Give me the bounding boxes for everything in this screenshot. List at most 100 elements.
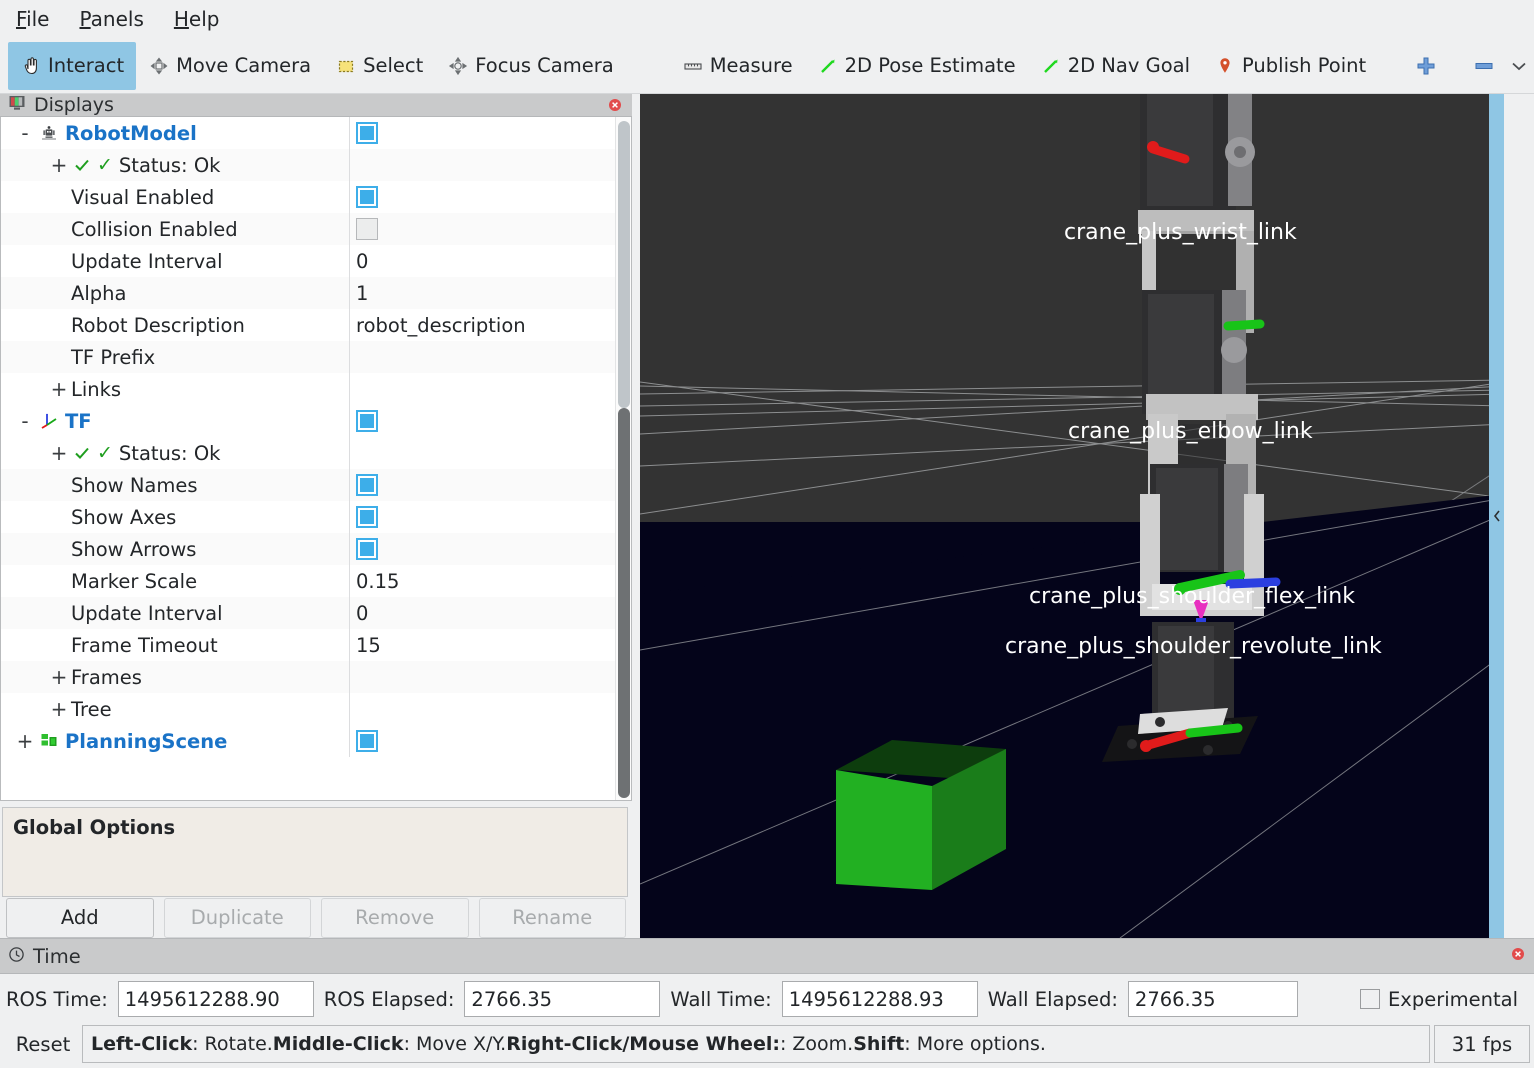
toolbar-overflow-button[interactable] xyxy=(1504,44,1534,88)
tool-measure[interactable]: Measure xyxy=(670,42,805,90)
tool-2d-pose-estimate[interactable]: 2D Pose Estimate xyxy=(805,42,1028,90)
display-row-value[interactable] xyxy=(349,437,615,469)
display-row-value[interactable] xyxy=(349,181,615,213)
display-row-value[interactable] xyxy=(349,341,615,373)
time-panel: Time ROS Time: 1495612288.90 ROS Elapsed… xyxy=(0,938,1534,1068)
wall-elapsed-label: Wall Elapsed: xyxy=(987,987,1118,1011)
display-row-value[interactable] xyxy=(349,213,615,245)
tool-interact[interactable]: Interact xyxy=(8,41,137,90)
displays-button-row: Add Duplicate Remove Rename xyxy=(0,897,632,938)
display-row-label: Frames xyxy=(71,665,142,689)
display-row-value[interactable]: robot_description xyxy=(349,309,615,341)
display-row-label: Show Names xyxy=(71,473,198,497)
scrollbar-thumb[interactable] xyxy=(618,408,630,798)
display-enable-checkbox[interactable] xyxy=(356,122,378,144)
close-icon[interactable] xyxy=(1510,946,1526,966)
expand-toggle[interactable]: + xyxy=(13,729,37,753)
right-panel-collapse-strip[interactable] xyxy=(1489,94,1504,938)
collapse-toggle[interactable]: - xyxy=(13,121,37,145)
display-row-value[interactable] xyxy=(349,149,615,181)
experimental-checkbox[interactable] xyxy=(1359,989,1380,1009)
display-row-value[interactable]: 1 xyxy=(349,277,615,309)
display-enable-checkbox[interactable] xyxy=(356,474,378,496)
display-row-value[interactable] xyxy=(349,533,615,565)
display-row-tree[interactable]: + Tree xyxy=(1,693,615,725)
display-row-tf[interactable]: - TF xyxy=(1,405,615,437)
display-row-tf-prefix[interactable]: TF Prefix xyxy=(1,341,615,373)
add-button[interactable]: Add xyxy=(6,897,154,938)
planning-scene-icon xyxy=(39,731,59,751)
display-row-robotmodel[interactable]: - RobotModel xyxy=(1,117,615,149)
display-row-value[interactable]: 0 xyxy=(349,245,615,277)
collapse-toggle[interactable]: - xyxy=(13,409,37,433)
render-view-3d[interactable]: crane_plus_wrist_link crane_plus_elbow_l… xyxy=(640,94,1504,938)
display-row-status-ok[interactable]: + ✓ Status: Ok xyxy=(1,437,615,469)
display-row-links[interactable]: + Links xyxy=(1,373,615,405)
tool-2d-nav-goal[interactable]: 2D Nav Goal xyxy=(1028,42,1202,90)
expand-toggle[interactable]: + xyxy=(47,441,71,465)
remove-tool-button[interactable] xyxy=(1464,44,1504,88)
tool-move-camera[interactable]: Move Camera xyxy=(136,42,323,90)
display-row-frame-timeout[interactable]: Frame Timeout 15 xyxy=(1,629,615,661)
display-row-visual-enabled[interactable]: Visual Enabled xyxy=(1,181,615,213)
display-row-label: Visual Enabled xyxy=(71,185,215,209)
displays-scrollbar[interactable] xyxy=(615,117,631,800)
display-enable-checkbox[interactable] xyxy=(356,186,378,208)
display-row-value[interactable] xyxy=(349,501,615,533)
experimental-checkbox-group[interactable]: Experimental xyxy=(1359,988,1528,1011)
display-enable-checkbox[interactable] xyxy=(356,730,378,752)
global-options-section[interactable]: Global Options xyxy=(2,807,628,897)
status-bar: Reset Left-Click: Rotate. Middle-Click: … xyxy=(0,1024,1534,1068)
display-row-value[interactable] xyxy=(349,405,615,437)
display-row-value[interactable] xyxy=(349,469,615,501)
ros-elapsed-value[interactable]: 2766.35 xyxy=(464,981,661,1017)
expand-toggle[interactable]: + xyxy=(47,377,71,401)
display-row-value[interactable]: 15 xyxy=(349,629,615,661)
tool-publish-point[interactable]: Publish Point xyxy=(1202,42,1378,90)
display-row-label: Frame Timeout xyxy=(71,633,218,657)
display-row-update-interval[interactable]: Update Interval 0 xyxy=(1,245,615,277)
wall-time-value[interactable]: 1495612288.93 xyxy=(781,981,978,1017)
display-enable-checkbox[interactable] xyxy=(356,218,378,240)
hint-key: Middle-Click xyxy=(272,1033,404,1055)
display-row-marker-scale[interactable]: Marker Scale 0.15 xyxy=(1,565,615,597)
display-row-value[interactable]: 0.15 xyxy=(349,565,615,597)
expand-toggle[interactable]: + xyxy=(47,697,71,721)
tool-focus-camera[interactable]: Focus Camera xyxy=(435,42,625,90)
menu-file[interactable]: File xyxy=(14,5,51,33)
display-row-status-ok[interactable]: + ✓ Status: Ok xyxy=(1,149,615,181)
close-icon[interactable] xyxy=(606,96,624,114)
displays-tree[interactable]: - RobotModel + ✓ Status: Ok Visual Enabled Col… xyxy=(0,117,632,801)
display-row-show-arrows[interactable]: Show Arrows xyxy=(1,533,615,565)
expand-toggle[interactable]: + xyxy=(47,153,71,177)
wall-elapsed-value[interactable]: 2766.35 xyxy=(1127,981,1298,1017)
display-row-value[interactable] xyxy=(349,661,615,693)
display-row-value[interactable]: 0 xyxy=(349,597,615,629)
add-tool-button[interactable] xyxy=(1406,44,1446,88)
tool-select[interactable]: Select xyxy=(323,42,435,90)
reset-button[interactable]: Reset xyxy=(4,1025,82,1063)
menu-panels[interactable]: Panels xyxy=(77,5,145,33)
display-row-frames[interactable]: + Frames xyxy=(1,661,615,693)
display-row-value[interactable] xyxy=(349,117,615,149)
display-row-show-axes[interactable]: Show Axes xyxy=(1,501,615,533)
display-row-name: TF Prefix xyxy=(1,341,349,373)
display-row-value[interactable] xyxy=(349,693,615,725)
display-row-value[interactable] xyxy=(349,373,615,405)
display-row-robot-description[interactable]: Robot Description robot_description xyxy=(1,309,615,341)
display-row-show-names[interactable]: Show Names xyxy=(1,469,615,501)
display-row-collision-enabled[interactable]: Collision Enabled xyxy=(1,213,615,245)
display-row-planningscene[interactable]: + PlanningScene xyxy=(1,725,615,757)
ros-time-value[interactable]: 1495612288.90 xyxy=(117,981,314,1017)
expand-toggle[interactable]: + xyxy=(47,665,71,689)
display-enable-checkbox[interactable] xyxy=(356,410,378,432)
display-enable-checkbox[interactable] xyxy=(356,538,378,560)
display-enable-checkbox[interactable] xyxy=(356,506,378,528)
display-row-value[interactable] xyxy=(349,725,615,757)
map-pin-icon xyxy=(1214,55,1236,77)
display-row-name: - TF xyxy=(1,405,349,437)
display-row-update-interval[interactable]: Update Interval 0 xyxy=(1,597,615,629)
remove-button: Remove xyxy=(321,897,469,938)
menu-help[interactable]: Help xyxy=(172,5,222,33)
display-row-alpha[interactable]: Alpha 1 xyxy=(1,277,615,309)
